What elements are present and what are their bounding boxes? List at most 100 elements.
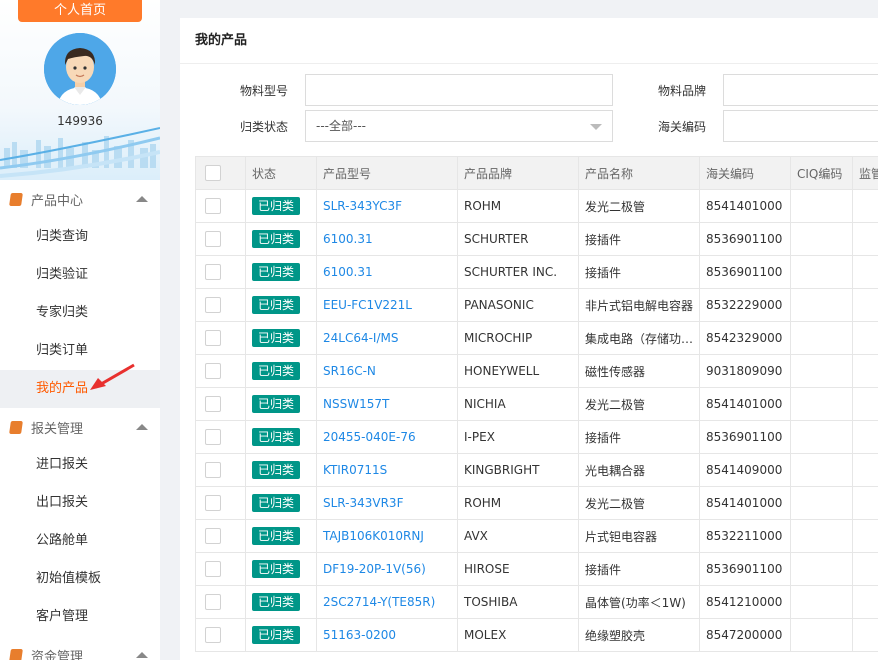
avatar[interactable]	[44, 33, 116, 105]
menu-item-classify-query[interactable]: 归类查询	[0, 218, 160, 256]
model-link[interactable]: KTIR0711S	[316, 453, 458, 487]
book-icon	[9, 192, 23, 206]
table-row[interactable]: 已归类 KTIR0711S KINGBRIGHT 光电耦合器 8541409000	[195, 453, 878, 487]
menu-item-expert-classify[interactable]: 专家归类	[0, 294, 160, 332]
model-link[interactable]: 6100.31	[316, 222, 458, 256]
product-name-cell: 片式钽电容器	[578, 519, 700, 553]
hs-filter-input[interactable]	[723, 110, 878, 142]
model-link[interactable]: 51163-0200	[316, 618, 458, 652]
select-all-checkbox[interactable]	[205, 165, 221, 181]
model-link[interactable]: 20455-040E-76	[316, 420, 458, 454]
supervision-cell	[852, 486, 878, 520]
row-checkbox[interactable]	[205, 264, 221, 280]
column-header-hs-code: 海关编码	[699, 156, 791, 190]
model-link[interactable]: SR16C-N	[316, 354, 458, 388]
ciq-code-cell	[790, 222, 853, 256]
model-link[interactable]: SLR-343VR3F	[316, 486, 458, 520]
model-link[interactable]: 24LC64-I/MS	[316, 321, 458, 355]
profile-panel: 个人首页 149936	[0, 0, 160, 180]
menu: 产品中心 归类查询 归类验证 专家归类 归类订单 我的产品 报关管理 进口报关 …	[0, 180, 160, 660]
row-checkbox[interactable]	[205, 561, 221, 577]
row-checkbox[interactable]	[205, 462, 221, 478]
status-cell: 已归类	[245, 420, 317, 454]
model-link[interactable]: NSSW157T	[316, 387, 458, 421]
hs-code-cell: 8541401000	[699, 189, 791, 223]
brand-filter-label: 物料品牌	[658, 84, 707, 98]
table-row[interactable]: 已归类 SR16C-N HONEYWELL 磁性传感器 9031809090	[195, 354, 878, 388]
supervision-cell	[852, 552, 878, 586]
brand-cell: ROHM	[457, 486, 579, 520]
row-checkbox[interactable]	[205, 198, 221, 214]
table-row[interactable]: 已归类 6100.31 SCHURTER 接插件 8536901100	[195, 222, 878, 256]
row-checkbox[interactable]	[205, 396, 221, 412]
row-checkbox-cell	[195, 222, 246, 256]
hs-code-cell: 8541210000	[699, 585, 791, 619]
row-checkbox-cell	[195, 288, 246, 322]
ciq-code-cell	[790, 453, 853, 487]
product-name-cell: 晶体管(功率＜1W)	[578, 585, 700, 619]
row-checkbox[interactable]	[205, 627, 221, 643]
model-link[interactable]: DF19-20P-1V(56)	[316, 552, 458, 586]
model-link[interactable]: 2SC2714-Y(TE85R)	[316, 585, 458, 619]
skyline-decoration	[0, 127, 160, 178]
table-row[interactable]: 已归类 SLR-343YC3F ROHM 发光二极管 8541401000	[195, 189, 878, 223]
home-tab[interactable]: 个人首页	[18, 0, 142, 22]
menu-item-export-declaration[interactable]: 出口报关	[0, 484, 160, 522]
hs-code-cell: 8541401000	[699, 387, 791, 421]
menu-group-funds[interactable]: 资金管理	[0, 636, 160, 660]
main-panel: 我的产品 物料型号 物料品牌 归类状态 ---全部--- 海关编码 状态 产品型…	[180, 18, 878, 660]
row-checkbox[interactable]	[205, 297, 221, 313]
table-row[interactable]: 已归类 TAJB106K010RNJ AVX 片式钽电容器 8532211000	[195, 519, 878, 553]
product-name-cell: 绝缘塑胶壳	[578, 618, 700, 652]
menu-item-classify-verify[interactable]: 归类验证	[0, 256, 160, 294]
hs-code-cell: 8542329000	[699, 321, 791, 355]
table-row[interactable]: 已归类 20455-040E-76 I-PEX 接插件 8536901100	[195, 420, 878, 454]
table-row[interactable]: 已归类 NSSW157T NICHIA 发光二极管 8541401000	[195, 387, 878, 421]
table-row[interactable]: 已归类 51163-0200 MOLEX 绝缘塑胶壳 8547200000	[195, 618, 878, 652]
brand-cell: SCHURTER	[457, 222, 579, 256]
row-checkbox[interactable]	[205, 495, 221, 511]
table-row[interactable]: 已归类 SLR-343VR3F ROHM 发光二极管 8541401000	[195, 486, 878, 520]
product-name-cell: 发光二极管	[578, 387, 700, 421]
row-checkbox[interactable]	[205, 330, 221, 346]
model-link[interactable]: 6100.31	[316, 255, 458, 289]
menu-group-customs[interactable]: 报关管理	[0, 408, 160, 446]
book-icon	[9, 648, 23, 660]
model-link[interactable]: EEU-FC1V221L	[316, 288, 458, 322]
ciq-code-cell	[790, 519, 853, 553]
row-checkbox[interactable]	[205, 363, 221, 379]
column-header-supervision: 监管	[852, 156, 878, 190]
row-checkbox[interactable]	[205, 594, 221, 610]
brand-filter-input[interactable]	[723, 74, 878, 106]
table-row[interactable]: 已归类 24LC64-I/MS MICROCHIP 集成电路（存储功… 85423290…	[195, 321, 878, 355]
row-checkbox-cell	[195, 453, 246, 487]
status-cell: 已归类	[245, 354, 317, 388]
ciq-code-cell	[790, 387, 853, 421]
table-row[interactable]: 已归类 DF19-20P-1V(56) HIROSE 接插件 8536901100	[195, 552, 878, 586]
model-filter-input[interactable]	[305, 74, 613, 106]
menu-item-road-manifest[interactable]: 公路舱单	[0, 522, 160, 560]
menu-group-product-center[interactable]: 产品中心	[0, 180, 160, 218]
status-filter-select[interactable]: ---全部---	[305, 110, 613, 142]
supervision-cell	[852, 189, 878, 223]
menu-item-initial-template[interactable]: 初始值模板	[0, 560, 160, 598]
status-cell: 已归类	[245, 189, 317, 223]
model-link[interactable]: TAJB106K010RNJ	[316, 519, 458, 553]
menu-item-import-declaration[interactable]: 进口报关	[0, 446, 160, 484]
table-row[interactable]: 已归类 EEU-FC1V221L PANASONIC 非片式铝电解电容器 8532229…	[195, 288, 878, 322]
product-name-cell: 接插件	[578, 255, 700, 289]
table-row[interactable]: 已归类 6100.31 SCHURTER INC. 接插件 8536901100	[195, 255, 878, 289]
hs-code-cell: 8541409000	[699, 453, 791, 487]
ciq-code-cell	[790, 585, 853, 619]
row-checkbox[interactable]	[205, 429, 221, 445]
row-checkbox[interactable]	[205, 231, 221, 247]
model-link[interactable]: SLR-343YC3F	[316, 189, 458, 223]
status-badge: 已归类	[252, 527, 301, 545]
ciq-code-cell	[790, 420, 853, 454]
status-cell: 已归类	[245, 552, 317, 586]
menu-item-customer-management[interactable]: 客户管理	[0, 598, 160, 636]
row-checkbox[interactable]	[205, 528, 221, 544]
table-row[interactable]: 已归类 2SC2714-Y(TE85R) TOSHIBA 晶体管(功率＜1W) 8541…	[195, 585, 878, 619]
product-table: 状态 产品型号 产品品牌 产品名称 海关编码 CIQ编码 监管 已归类 SLR-3…	[195, 156, 878, 652]
menu-group-label: 报关管理	[31, 421, 84, 437]
